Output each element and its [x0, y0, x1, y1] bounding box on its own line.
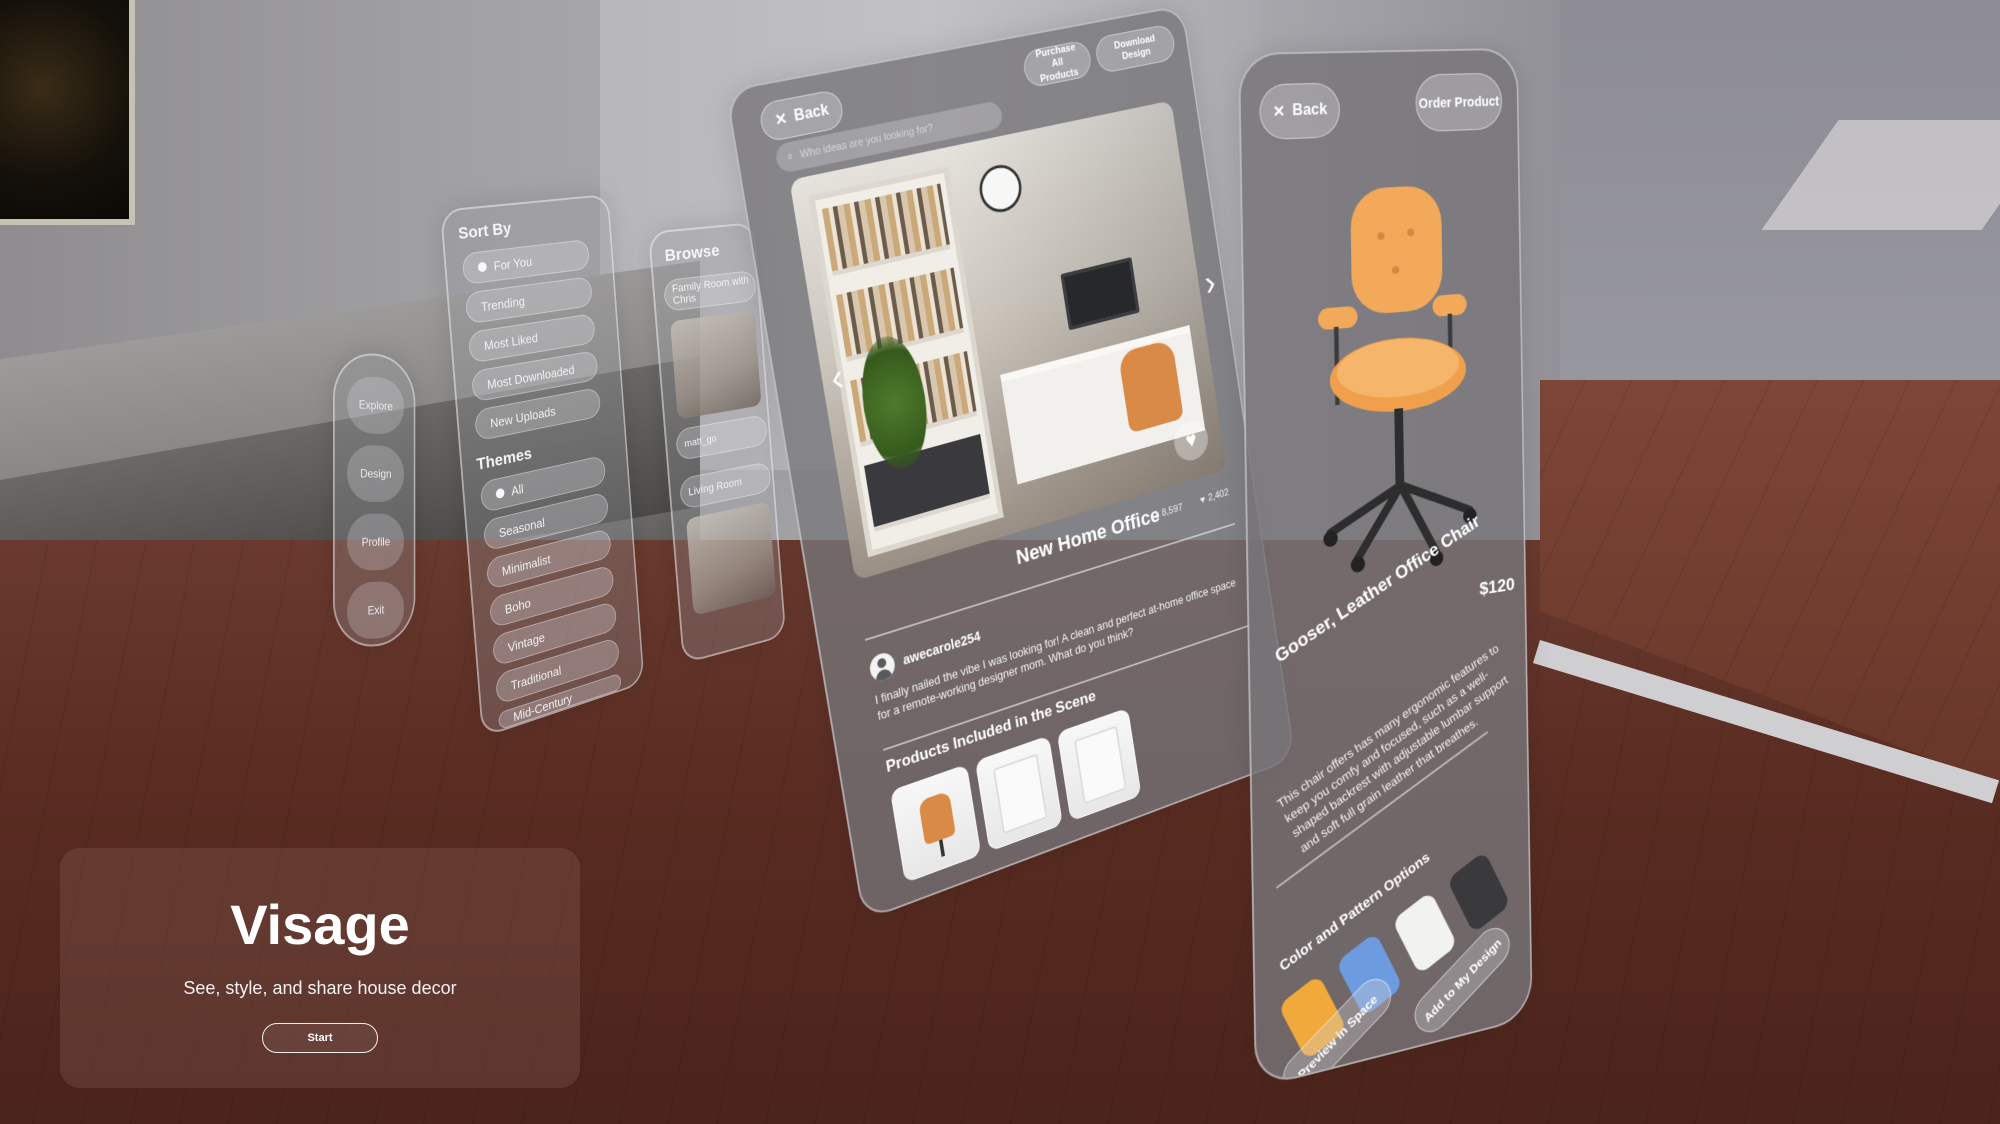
radio-selected-icon: [477, 261, 488, 273]
nav-design-button[interactable]: Design: [347, 444, 405, 502]
app-title: Visage: [230, 893, 410, 956]
back-label: Back: [792, 101, 830, 125]
chevron-right-icon[interactable]: ›: [1202, 263, 1218, 304]
radio-selected-icon: [495, 487, 505, 500]
shelf-row: [821, 183, 951, 277]
swatch-white[interactable]: [1391, 891, 1458, 975]
heart-small-icon: ♥: [1199, 494, 1207, 507]
theme-label: All: [510, 480, 525, 499]
start-button[interactable]: Start: [262, 1023, 378, 1053]
product-thumb-cabinet[interactable]: [974, 735, 1063, 852]
shelf-image: [1074, 725, 1127, 805]
search-icon: ⌕: [786, 150, 794, 163]
download-icon: ⤓: [1153, 508, 1160, 521]
browse-card-author[interactable]: matt_go: [675, 414, 768, 462]
product-back-button[interactable]: ✕ Back: [1259, 82, 1341, 141]
cabinet-image: [992, 753, 1048, 835]
product-price: $120: [1479, 574, 1515, 600]
app-tagline: See, style, and share house decor: [183, 978, 457, 998]
product-description: This chair offers has many ergonomic fea…: [1274, 640, 1510, 856]
download-count-value: 8,597: [1160, 501, 1184, 519]
download-design-button[interactable]: Download Design: [1093, 23, 1177, 75]
close-icon: ✕: [773, 110, 789, 130]
nav-profile-button[interactable]: Profile: [347, 513, 405, 572]
order-product-button[interactable]: Order Product: [1415, 72, 1503, 133]
chair-leg: [938, 839, 946, 857]
browse-card-title[interactable]: Family Room with Chris: [663, 269, 757, 313]
product-thumb-shelf[interactable]: [1056, 707, 1142, 822]
download-count: ⤓ 8,597: [1154, 501, 1183, 521]
close-icon: ✕: [1272, 103, 1286, 121]
purchase-all-button[interactable]: Purchase All Products: [1021, 39, 1094, 89]
themes-heading: Themes: [475, 443, 533, 474]
wall-clock: [976, 161, 1025, 217]
main-nav-panel: Explore Design Profile Exit: [333, 350, 416, 650]
sort-option-label: For You: [493, 253, 533, 273]
nav-exit-button[interactable]: Exit: [347, 580, 405, 641]
wall-painting: [0, 0, 135, 225]
product-thumb-chair[interactable]: [889, 764, 982, 884]
nav-explore-button[interactable]: Explore: [347, 375, 405, 435]
monitor: [1060, 257, 1140, 331]
product-detail-panel: ✕ Back Order Product $120 Gooser, Leathe…: [1238, 47, 1533, 1089]
swatch-black[interactable]: [1446, 850, 1511, 934]
like-count: ♥ 2,402: [1200, 487, 1230, 506]
back-label: Back: [1292, 101, 1328, 120]
sort-heading: Sort By: [457, 218, 512, 244]
browse-card-image[interactable]: [685, 501, 777, 616]
like-count-value: 2,402: [1207, 487, 1230, 504]
chair-image: [918, 790, 956, 846]
avatar: [868, 650, 897, 684]
browse-card-image[interactable]: [670, 310, 762, 420]
browse-heading: Browse: [663, 240, 721, 266]
